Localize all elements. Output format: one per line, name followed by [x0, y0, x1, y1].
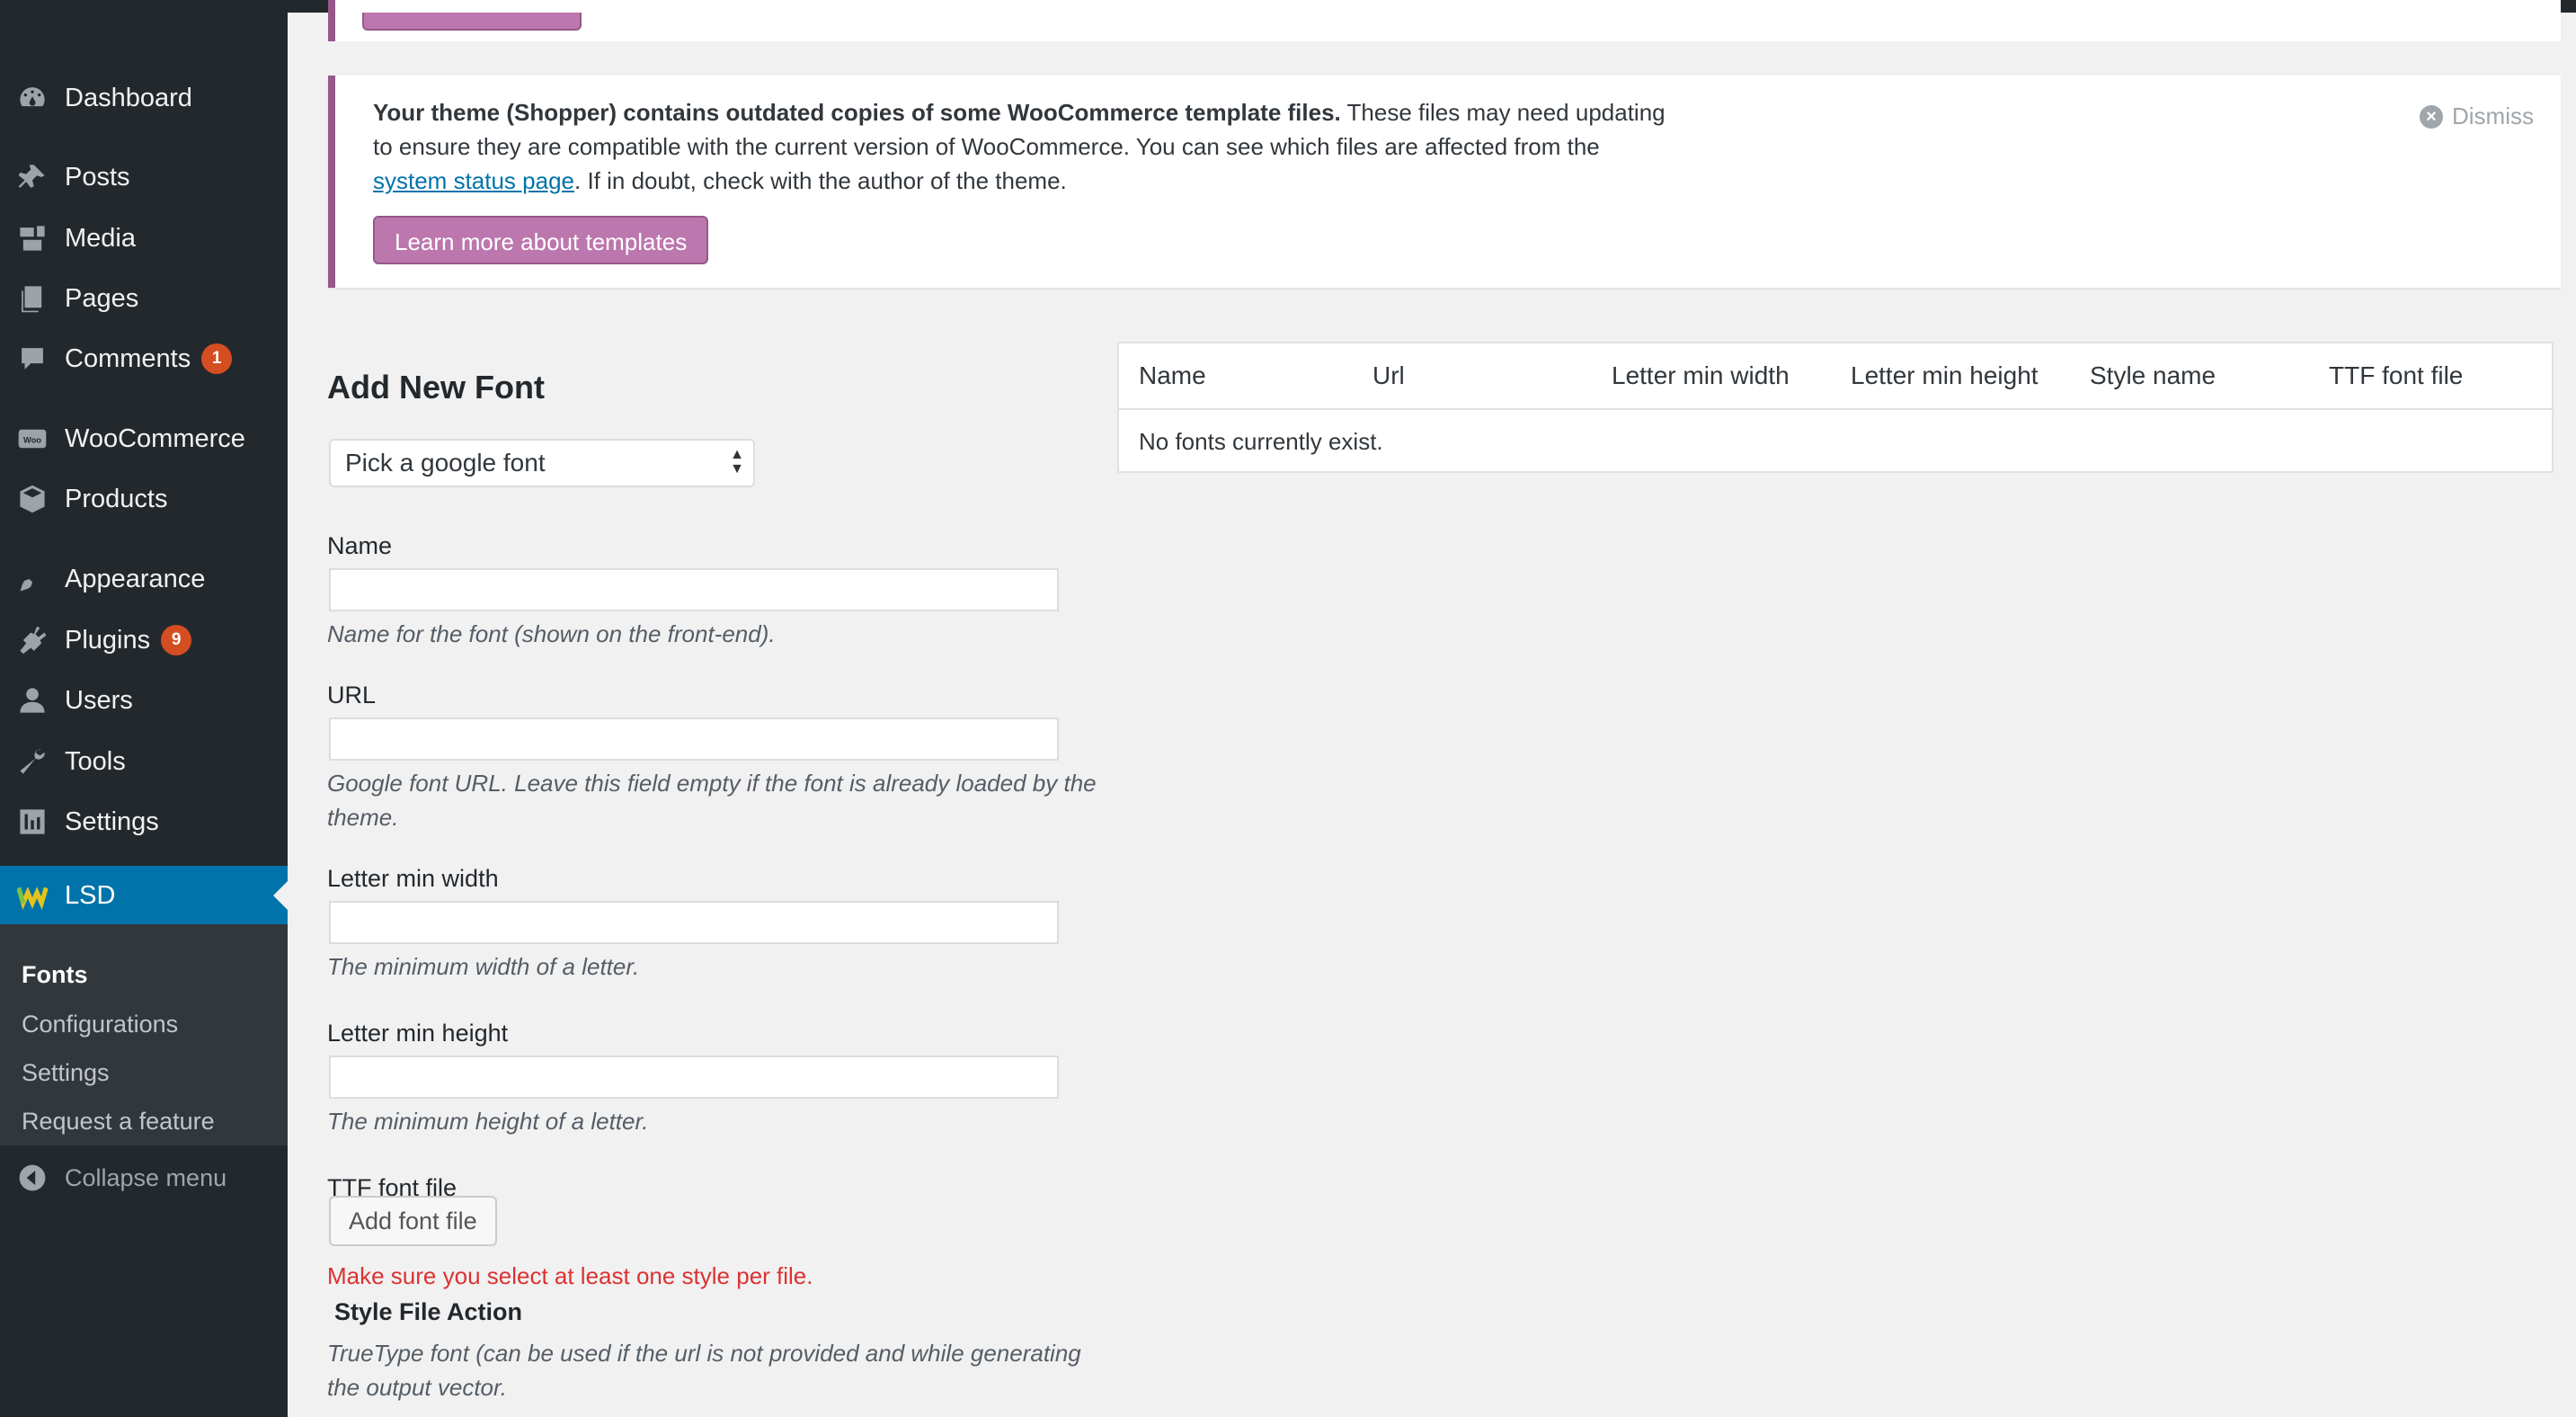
sidebar-item-appearance[interactable]: Appearance — [0, 549, 288, 609]
media-icon — [16, 222, 49, 254]
sidebar-item-settings[interactable]: Settings — [0, 792, 288, 851]
active-menu-arrow — [273, 881, 288, 910]
url-description: Google font URL. Leave this field empty … — [327, 770, 1097, 831]
collapse-menu-button[interactable]: Collapse menu — [0, 1151, 288, 1205]
system-status-link[interactable]: system status page — [373, 167, 574, 194]
sidebar-item-lsd[interactable]: LSD — [0, 866, 288, 925]
woocommerce-template-notice: Your theme (Shopper) contains outdated c… — [328, 76, 2561, 288]
column-header-letter-min-width[interactable]: Letter min width — [1612, 361, 1790, 390]
fonts-table: Name Url Letter min width Letter min hei… — [1117, 342, 2554, 473]
box-icon — [16, 483, 49, 515]
admin-sidebar: Dashboard Posts Media Pages Comments 1 W… — [0, 13, 288, 1417]
dismiss-button[interactable]: × Dismiss — [2420, 102, 2534, 130]
name-description: Name for the font (shown on the front-en… — [327, 620, 776, 647]
sidebar-item-plugins[interactable]: Plugins 9 — [0, 610, 288, 670]
sidebar-item-label: WooCommerce — [65, 423, 245, 453]
plug-icon — [16, 624, 49, 656]
sidebar-item-tools[interactable]: Tools — [0, 732, 288, 791]
pages-icon — [16, 282, 49, 315]
url-label: URL — [327, 682, 377, 708]
letter-min-width-input[interactable] — [329, 901, 1059, 944]
notice-text-end: . If in doubt, check with the author of … — [574, 167, 1067, 194]
letter-min-width-label: Letter min width — [327, 865, 499, 892]
style-warning-message: Make sure you select at least one style … — [327, 1262, 813, 1289]
name-input[interactable] — [329, 568, 1059, 611]
ttf-description: TrueType font (can be used if the url is… — [327, 1340, 1081, 1401]
sidebar-item-posts[interactable]: Posts — [0, 147, 288, 207]
sidebar-item-label: Comments — [65, 343, 191, 373]
column-header-name[interactable]: Name — [1139, 361, 1206, 390]
dismiss-icon: × — [2420, 104, 2443, 129]
style-file-action-header: Style File Action — [334, 1298, 523, 1325]
svg-text:Woo: Woo — [23, 435, 41, 444]
lsd-logo-icon — [16, 879, 49, 912]
sidebar-item-media[interactable]: Media — [0, 209, 288, 268]
sidebar-item-label: Settings — [65, 807, 159, 836]
name-label: Name — [327, 532, 393, 559]
sidebar-item-woocommerce[interactable]: Woo WooCommerce — [0, 409, 288, 468]
comment-icon — [16, 343, 49, 375]
google-font-select-value: Pick a google font — [345, 449, 546, 477]
sidebar-item-products[interactable]: Products — [0, 469, 288, 529]
no-fonts-message: No fonts currently exist. — [1139, 428, 1383, 455]
google-font-select[interactable]: Pick a google font ▲ ▼ — [329, 439, 755, 487]
brush-icon — [16, 563, 49, 595]
column-header-style-name[interactable]: Style name — [2090, 361, 2216, 390]
settings-icon — [16, 806, 49, 838]
sidebar-item-label: Media — [65, 223, 136, 253]
sidebar-item-label: Products — [65, 484, 168, 513]
url-input[interactable] — [329, 717, 1059, 761]
submenu-item-request-feature[interactable]: Request a feature — [22, 1108, 215, 1136]
sidebar-item-label: LSD — [65, 880, 116, 910]
previous-notice — [328, 0, 2561, 41]
letter-min-width-description: The minimum width of a letter. — [327, 953, 640, 980]
notice-bold-text: Your theme (Shopper) contains outdated c… — [373, 99, 1341, 126]
submenu-item-configurations[interactable]: Configurations — [22, 1011, 178, 1038]
submenu-item-fonts[interactable]: Fonts — [22, 961, 88, 989]
submenu-item-settings[interactable]: Settings — [22, 1059, 110, 1087]
sidebar-item-label: Posts — [65, 162, 130, 192]
sidebar-item-label: Appearance — [65, 564, 206, 593]
woo-icon: Woo — [16, 423, 49, 455]
select-arrows-icon: ▲ ▼ — [730, 447, 744, 477]
dashboard-icon — [16, 82, 49, 114]
main-content: Your theme (Shopper) contains outdated c… — [288, 0, 2576, 1417]
sidebar-item-pages[interactable]: Pages — [0, 269, 288, 328]
sidebar-item-label: Plugins — [65, 625, 151, 655]
sidebar-item-dashboard[interactable]: Dashboard — [0, 68, 288, 128]
letter-min-height-description: The minimum height of a letter. — [327, 1108, 649, 1135]
lsd-submenu: Fonts Configurations Settings Request a … — [0, 924, 288, 1145]
column-header-url[interactable]: Url — [1372, 361, 1405, 390]
sidebar-item-label: Pages — [65, 283, 139, 313]
sidebar-item-users[interactable]: Users — [0, 671, 288, 730]
collapse-arrow-icon — [16, 1162, 49, 1194]
add-font-file-button[interactable]: Add font file — [329, 1196, 497, 1246]
sidebar-item-label: Tools — [65, 746, 126, 776]
column-header-ttf-font-file[interactable]: TTF font file — [2329, 361, 2463, 390]
learn-more-templates-button[interactable]: Learn more about templates — [373, 216, 709, 264]
dismiss-label: Dismiss — [2452, 102, 2534, 129]
fonts-table-header: Name Url Letter min width Letter min hei… — [1119, 343, 2552, 410]
letter-min-height-input[interactable] — [329, 1056, 1059, 1099]
notice-message: Your theme (Shopper) contains outdated c… — [373, 95, 1667, 198]
sidebar-item-label: Users — [65, 685, 133, 715]
sidebar-item-comments[interactable]: Comments 1 — [0, 329, 288, 388]
comments-count-badge: 1 — [201, 343, 233, 374]
sidebar-item-label: Dashboard — [65, 83, 192, 112]
add-new-font-title: Add New Font — [327, 369, 545, 405]
plugins-update-badge: 9 — [161, 625, 192, 655]
previous-notice-button[interactable] — [362, 13, 582, 31]
letter-min-height-label: Letter min height — [327, 1020, 509, 1047]
pin-icon — [16, 161, 49, 193]
collapse-menu-label: Collapse menu — [65, 1163, 227, 1191]
column-header-letter-min-height[interactable]: Letter min height — [1851, 361, 2039, 390]
wrench-icon — [16, 745, 49, 778]
user-icon — [16, 684, 49, 717]
